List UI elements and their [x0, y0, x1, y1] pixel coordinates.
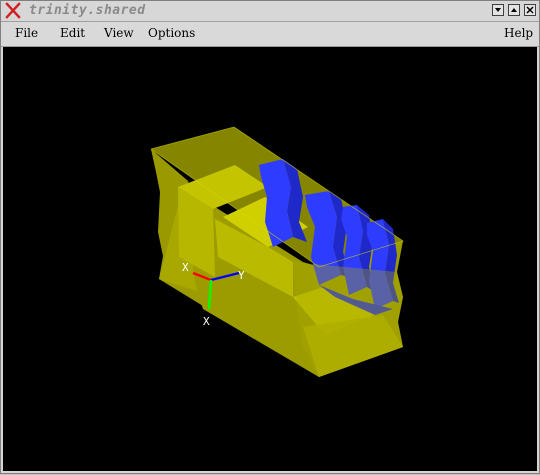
close-button[interactable] — [524, 4, 536, 16]
axis-label-c: X — [203, 315, 210, 328]
close-icon — [526, 6, 534, 14]
menu-help[interactable]: Help — [504, 26, 533, 40]
maximize-button[interactable] — [508, 4, 520, 16]
3d-model-render[interactable]: X Y X — [3, 47, 537, 471]
menu-view[interactable]: View — [104, 26, 134, 40]
menu-bar: File Edit View Options Help — [1, 22, 539, 47]
axis-label-b: Y — [238, 269, 245, 282]
maximize-icon — [511, 8, 517, 12]
axis-label-a: X — [182, 261, 189, 274]
window-title: trinity.shared — [29, 3, 146, 18]
minimize-icon — [495, 8, 501, 12]
menu-options[interactable]: Options — [148, 26, 195, 40]
application-window: trinity.shared File Edit View Options He… — [0, 0, 540, 474]
x-close-icon[interactable] — [5, 2, 21, 19]
menu-edit[interactable]: Edit — [60, 26, 85, 40]
3d-viewport[interactable]: X Y X — [3, 47, 537, 471]
menu-file[interactable]: File — [15, 26, 38, 40]
minimize-button[interactable] — [492, 4, 504, 16]
title-bar[interactable]: trinity.shared — [1, 1, 539, 22]
